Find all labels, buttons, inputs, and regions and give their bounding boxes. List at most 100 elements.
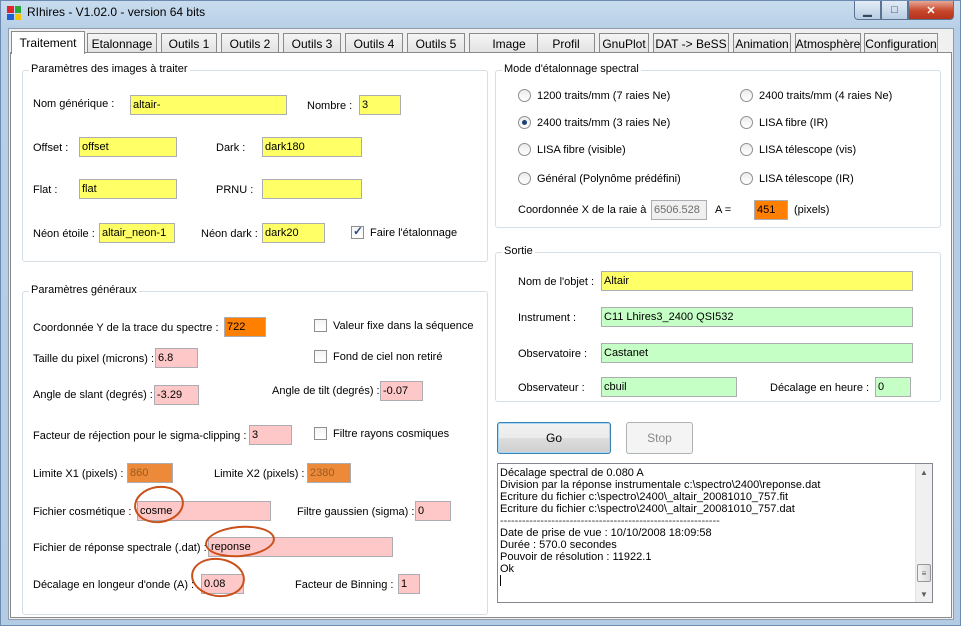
- valeur-fixe-label: Valeur fixe dans la séquence: [333, 320, 474, 332]
- radio-general-polynome[interactable]: [518, 172, 531, 185]
- minimize-button[interactable]: ▁: [854, 1, 881, 20]
- tab-gnuplot[interactable]: GnuPlot: [599, 33, 649, 53]
- scroll-grip-icon[interactable]: ≡: [917, 564, 931, 582]
- app-icon: [7, 6, 21, 20]
- window-controls: ▁ □ ✕: [854, 1, 954, 20]
- objet-field[interactable]: Altair: [601, 271, 913, 291]
- radio-lisa-fibre-ir-label: LISA fibre (IR): [759, 117, 829, 129]
- x1-field[interactable]: 860: [127, 463, 173, 483]
- decalage-field[interactable]: 0.08: [201, 574, 244, 594]
- gaussien-label: Filtre gaussien (sigma) :: [297, 506, 415, 518]
- prnu-label: PRNU :: [216, 184, 254, 196]
- tilt-field[interactable]: -0.07: [380, 381, 423, 401]
- log-output[interactable]: Décalage spectral de 0.080 A Division pa…: [497, 463, 933, 603]
- radio-lisa-fibre-ir[interactable]: [740, 116, 753, 129]
- tab-outils-3[interactable]: Outils 3: [283, 33, 341, 53]
- filtre-cosmiques-checkbox[interactable]: [314, 427, 327, 440]
- radio-lisa-fibre-visible[interactable]: [518, 143, 531, 156]
- cosmetique-label: Fichier cosmétique :: [33, 506, 132, 518]
- cosmetique-field[interactable]: cosme: [137, 501, 271, 521]
- nombre-field[interactable]: 3: [359, 95, 401, 115]
- log-line: Durée : 570.0 secondes: [500, 539, 617, 551]
- instrument-field[interactable]: C11 Lhires3_2400 QSI532: [601, 307, 913, 327]
- tab-outils-2[interactable]: Outils 2: [221, 33, 279, 53]
- filtre-cosmiques-label: Filtre rayons cosmiques: [333, 428, 450, 440]
- group-sortie: Sortie Nom de l'objet : Altair Instrumen…: [495, 245, 941, 402]
- sigma-field[interactable]: 3: [249, 425, 292, 445]
- tab-configuration[interactable]: Configuration: [864, 33, 938, 53]
- offset-field[interactable]: offset: [79, 137, 177, 157]
- log-separator: ----------------------------------------…: [500, 515, 720, 527]
- prnu-field[interactable]: [262, 179, 362, 199]
- a-field[interactable]: 451: [754, 200, 788, 220]
- go-button[interactable]: Go: [497, 422, 611, 454]
- radio-1200-7ne[interactable]: [518, 89, 531, 102]
- tab-profil[interactable]: Profil: [537, 33, 595, 53]
- slant-field[interactable]: -3.29: [154, 385, 199, 405]
- maximize-button[interactable]: □: [881, 1, 908, 20]
- reponse-field[interactable]: reponse: [208, 537, 393, 557]
- offset-label: Offset :: [33, 142, 69, 154]
- coord-y-field[interactable]: 722: [224, 317, 266, 337]
- observateur-label: Observateur :: [518, 382, 585, 394]
- tab-outils-1[interactable]: Outils 1: [161, 33, 217, 53]
- pixels-label: (pixels): [794, 204, 830, 216]
- client-area: Traitement Etalonnage Outils 1 Outils 2 …: [8, 28, 954, 620]
- decalage-heure-field[interactable]: 0: [875, 377, 911, 397]
- objet-label: Nom de l'objet :: [518, 276, 595, 288]
- x2-field[interactable]: 2380: [307, 463, 351, 483]
- tab-dat-bess[interactable]: DAT -> BeSS: [653, 33, 729, 53]
- nombre-label: Nombre :: [307, 100, 353, 112]
- tab-animation[interactable]: Animation: [733, 33, 791, 53]
- instrument-label: Instrument :: [518, 312, 577, 324]
- fond-ciel-checkbox[interactable]: [314, 350, 327, 363]
- log-line: Pouvoir de résolution : 11922.1: [500, 551, 652, 563]
- radio-1200-7ne-label: 1200 traits/mm (7 raies Ne): [537, 90, 671, 102]
- radio-lisa-telescope-ir[interactable]: [740, 172, 753, 185]
- gaussien-field[interactable]: 0: [415, 501, 451, 521]
- scroll-up-icon[interactable]: ▲: [916, 464, 932, 480]
- log-scrollbar[interactable]: ▲ ≡ ▼: [915, 464, 932, 602]
- tilt-label: Angle de tilt (degrés) :: [272, 385, 380, 397]
- x1-label: Limite X1 (pixels) :: [33, 468, 124, 480]
- observateur-field[interactable]: cbuil: [601, 377, 737, 397]
- valeur-fixe-checkbox[interactable]: [314, 319, 327, 332]
- radio-2400-3ne-label: 2400 traits/mm (3 raies Ne): [537, 117, 671, 129]
- observatoire-field[interactable]: Castanet: [601, 343, 913, 363]
- binning-label: Facteur de Binning :: [295, 579, 394, 591]
- radio-lisa-telescope-vis[interactable]: [740, 143, 753, 156]
- dark-field[interactable]: dark180: [262, 137, 362, 157]
- flat-field[interactable]: flat: [79, 179, 177, 199]
- dark-label: Dark :: [216, 142, 246, 154]
- radio-2400-3ne[interactable]: [518, 116, 531, 129]
- radio-lisa-telescope-ir-label: LISA télescope (IR): [759, 173, 854, 185]
- coord-x-field[interactable]: 6506.528: [651, 200, 707, 220]
- tab-atmosphere[interactable]: Atmosphère: [795, 33, 861, 53]
- log-line: Décalage spectral de 0.080 A: [500, 467, 644, 479]
- coord-x-label: Coordonnée X de la raie à: [518, 204, 647, 216]
- tab-outils-5[interactable]: Outils 5: [407, 33, 465, 53]
- sigma-label: Facteur de réjection pour le sigma-clipp…: [33, 430, 247, 442]
- coord-y-label: Coordonnée Y de la trace du spectre :: [33, 322, 219, 334]
- minimize-icon: ▁: [863, 4, 872, 17]
- nom-generique-field[interactable]: altair-: [130, 95, 287, 115]
- group-general: Paramètres généraux Coordonnée Y de la t…: [22, 284, 488, 615]
- binning-field[interactable]: 1: [398, 574, 420, 594]
- tab-outils-4[interactable]: Outils 4: [345, 33, 403, 53]
- reponse-label: Fichier de réponse spectrale (.dat) :: [33, 542, 207, 554]
- group-mode: Mode d'étalonnage spectral 1200 traits/m…: [495, 63, 941, 228]
- tab-etalonnage[interactable]: Etalonnage: [87, 33, 157, 53]
- scroll-down-icon[interactable]: ▼: [916, 586, 932, 602]
- stop-button[interactable]: Stop: [626, 422, 693, 454]
- faire-etalonnage-checkbox[interactable]: [351, 224, 364, 239]
- neon-etoile-field[interactable]: altair_neon-1: [99, 223, 175, 243]
- radio-2400-4ne[interactable]: [740, 89, 753, 102]
- a-label: A =: [715, 204, 732, 216]
- taille-pixel-field[interactable]: 6.8: [155, 348, 198, 368]
- tab-traitement[interactable]: Traitement: [11, 31, 85, 54]
- main-window: RIhires - V1.02.0 - version 64 bits ▁ □ …: [0, 0, 961, 626]
- title-bar[interactable]: RIhires - V1.02.0 - version 64 bits ▁ □ …: [1, 1, 960, 25]
- radio-2400-4ne-label: 2400 traits/mm (4 raies Ne): [759, 90, 893, 102]
- neon-dark-field[interactable]: dark20: [262, 223, 325, 243]
- close-button[interactable]: ✕: [908, 1, 954, 20]
